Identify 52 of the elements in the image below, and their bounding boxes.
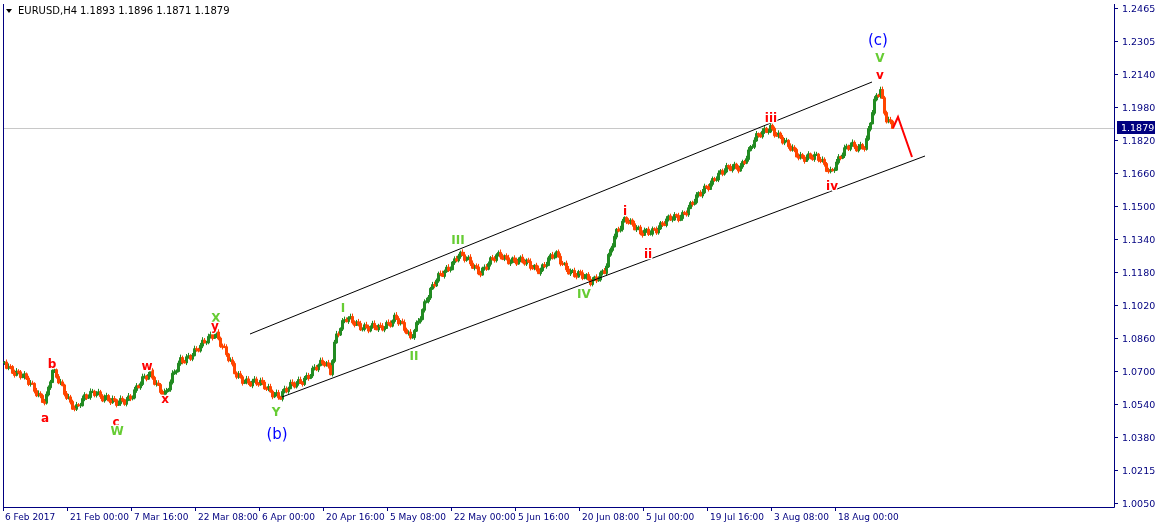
wave-label: (b): [266, 425, 288, 443]
chart-symbol: EURUSD,H4: [18, 5, 77, 16]
price-axis-label: 1.0540: [1122, 399, 1155, 410]
wave-label: IV: [577, 287, 591, 301]
time-axis-label: 18 Aug 00:00: [838, 512, 899, 522]
wave-label: w: [141, 359, 153, 373]
wave-label: (c): [868, 31, 888, 49]
time-axis-label: 5 Jul 00:00: [646, 512, 695, 522]
price-axis-label: 1.2140: [1122, 69, 1155, 80]
wave-label: i: [622, 204, 628, 218]
price-axis-label: 1.0050: [1122, 498, 1155, 509]
wave-label: Y: [271, 405, 281, 419]
price-axis-label: 1.1180: [1122, 267, 1155, 278]
wave-label: v: [876, 68, 884, 82]
price-axis-label: 1.1660: [1122, 168, 1155, 179]
wave-label: iv: [826, 179, 838, 193]
dropdown-triangle-icon: [6, 9, 12, 13]
time-axis-label: 5 Jun 16:00: [518, 512, 570, 522]
time-axis-label: 20 Apr 16:00: [326, 512, 385, 522]
price-axis-label: 1.0700: [1122, 366, 1155, 377]
price-axis-label: 1.1340: [1122, 234, 1155, 245]
time-axis-label: 3 Aug 08:00: [774, 512, 829, 522]
time-axis-label: 6 Feb 2017: [5, 512, 56, 522]
wave-label: I: [340, 301, 346, 315]
wave-label: iii: [764, 111, 778, 125]
wave-label: b: [47, 357, 57, 371]
time-axis-label: 5 May 08:00: [390, 512, 446, 522]
time-axis-label: 19 Jul 16:00: [710, 512, 764, 522]
time-axis-label: 20 Jun 08:00: [582, 512, 640, 522]
wave-label: a: [40, 411, 50, 425]
price-axis-label: 1.1020: [1122, 300, 1155, 311]
time-axis-label: 22 May 00:00: [454, 512, 516, 522]
wave-label: x: [161, 392, 169, 406]
time-axis-label: 6 Apr 00:00: [262, 512, 315, 522]
time-axis-label: 22 Mar 08:00: [198, 512, 259, 522]
wave-label: II: [409, 349, 419, 363]
wave-label: ii: [643, 247, 653, 261]
wave-label: III: [451, 233, 465, 247]
time-axis-label: 7 Mar 16:00: [134, 512, 189, 522]
price-axis-label: 1.2465: [1122, 3, 1155, 14]
wave-label: V: [875, 51, 885, 65]
price-axis-label: 1.0215: [1122, 465, 1155, 476]
price-axis-label: 1.1500: [1122, 201, 1155, 212]
time-axis-label: 21 Feb 00:00: [70, 512, 130, 522]
current-price-tag: 1.1879: [1117, 121, 1155, 134]
projection-line: [892, 114, 913, 158]
price-axis-label: 1.1980: [1122, 102, 1155, 113]
price-axis-label: 1.0380: [1122, 432, 1155, 443]
price-axis-label: 1.2305: [1122, 36, 1155, 47]
price-axis-label: 1.0860: [1122, 333, 1155, 344]
ohlc-values: 1.1893 1.1896 1.1871 1.1879: [80, 5, 230, 16]
price-axis-label: 1.1820: [1122, 135, 1155, 146]
